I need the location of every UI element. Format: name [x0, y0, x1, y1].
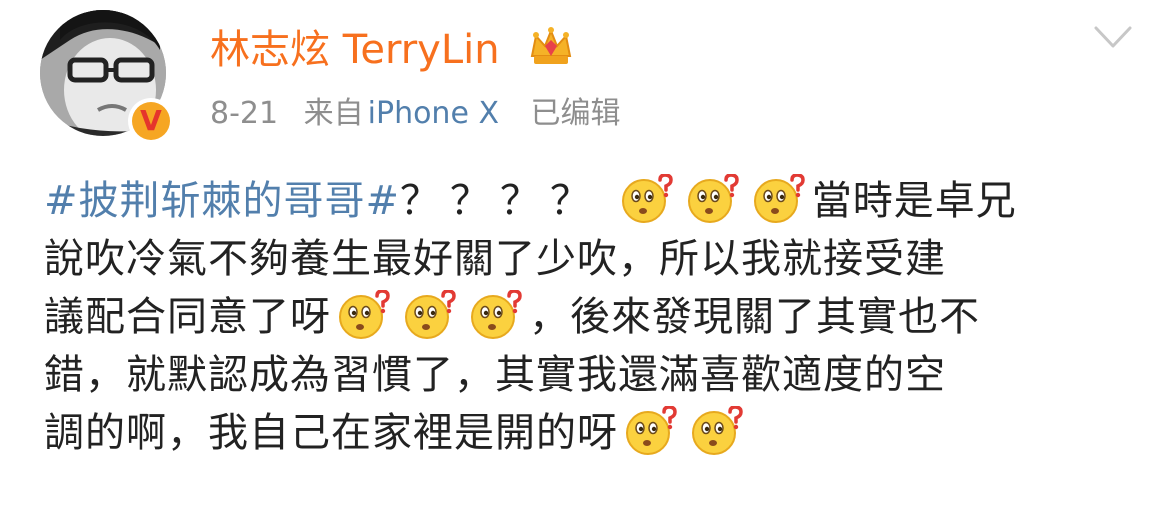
verified-badge: V: [128, 98, 174, 144]
edited-label[interactable]: 已编辑: [531, 96, 621, 131]
puzzled-face-emoji-icon: [469, 290, 523, 340]
content-text: 調的啊，我自己在家裡是開的呀: [44, 410, 618, 456]
puzzled-face-emoji-icon: [686, 174, 740, 224]
content-text: 當時是卓兄: [811, 178, 1017, 224]
post-meta: 8-21 来自 iPhone X 已编辑: [210, 92, 637, 136]
content-text: 說吹冷氣不夠養生最好關了少吹，所以我就接受建: [44, 236, 946, 282]
source-prefix: 来自: [303, 96, 364, 131]
puzzled-face-emoji-icon: [624, 406, 678, 456]
post-date: 8-21: [210, 96, 279, 131]
chevron-down-icon[interactable]: [1092, 22, 1134, 52]
post-source-link[interactable]: iPhone X: [368, 96, 499, 131]
verified-v-icon: V: [132, 102, 170, 140]
content-line-2: 說吹冷氣不夠養生最好關了少吹，所以我就接受建: [44, 230, 1124, 288]
content-line-4: 錯，就默認成為習慣了，其實我還滿喜歡適度的空: [44, 346, 1124, 404]
content-line-5: 調的啊，我自己在家裡是開的呀: [44, 404, 1124, 462]
crown-icon[interactable]: [528, 26, 574, 72]
puzzled-face-emoji-icon: [403, 290, 457, 340]
puzzled-face-emoji-icon: [690, 406, 744, 456]
content-line-1: #披荆斩棘的哥哥#？？？？ 當時是卓兄: [44, 172, 1124, 230]
content-text: 議配合同意了呀: [44, 294, 331, 340]
puzzled-face-emoji-icon: [620, 174, 674, 224]
post-content: #披荆斩棘的哥哥#？？？？ 當時是卓兄 說吹冷氣不夠養生最好關了少吹，所以我就接…: [44, 172, 1124, 462]
puzzled-face-emoji-icon: [337, 290, 391, 340]
content-line-3: 議配合同意了呀 ，後來發現關了其實也不: [44, 288, 1124, 346]
content-text: 錯，就默認成為習慣了，其實我還滿喜歡適度的空: [44, 352, 946, 398]
puzzled-face-emoji-icon: [752, 174, 806, 224]
author-name[interactable]: 林志炫 TerryLin: [210, 22, 500, 78]
hashtag-link[interactable]: #披荆斩棘的哥哥#: [44, 178, 400, 224]
content-text: ，後來發現關了其實也不: [529, 294, 980, 340]
question-marks: ？？？？: [400, 178, 601, 224]
weibo-post: V 林志炫 TerryLin 8-21 来自 iPhone X 已编辑 #披荆斩棘…: [0, 0, 1170, 522]
